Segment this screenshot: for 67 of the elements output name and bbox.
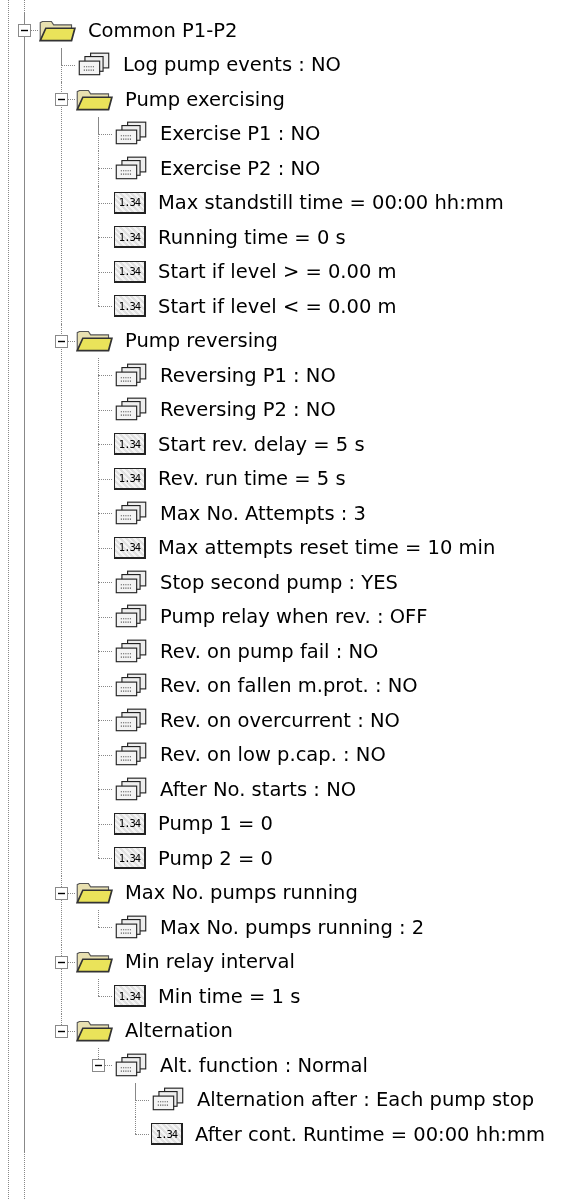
stacked-cards-icon	[77, 52, 111, 78]
tree-item[interactable]: Pump reversing	[125, 329, 278, 353]
tree-item[interactable]: Max No. pumps running : 2	[160, 915, 425, 939]
stacked-cards-icon	[151, 1087, 185, 1113]
stacked-cards-icon	[114, 569, 148, 595]
tree-item[interactable]: Max attempts reset time = 10 min	[158, 536, 496, 560]
tree-item[interactable]: Start rev. delay = 5 s	[158, 432, 365, 456]
stacked-cards-icon	[114, 604, 148, 630]
numeric-value-icon: 1.34	[114, 191, 146, 214]
tree-item[interactable]: Rev. on overcurrent : NO	[160, 708, 400, 732]
tree-item[interactable]: Reversing P2 : NO	[160, 398, 336, 422]
stacked-cards-icon	[114, 707, 148, 733]
numeric-value-icon: 1.34	[114, 295, 146, 318]
numeric-value-icon: 1.34	[114, 812, 146, 835]
tree-item[interactable]: After cont. Runtime = 00:00 hh:mm	[195, 1122, 545, 1146]
numeric-value-icon: 1.34	[114, 260, 146, 283]
tree-item[interactable]: Min time = 1 s	[158, 984, 301, 1008]
stacked-cards-icon	[114, 155, 148, 181]
collapse-button[interactable]	[92, 1059, 105, 1073]
tree-item[interactable]: Rev. on fallen m.prot. : NO	[160, 674, 418, 698]
stacked-cards-icon	[114, 500, 148, 526]
stacked-cards-icon	[114, 121, 148, 147]
tree-item[interactable]: Reversing P1 : NO	[160, 363, 336, 387]
numeric-value-icon: 1.34	[114, 467, 146, 490]
tree-item[interactable]: Max standstill time = 00:00 hh:mm	[158, 191, 504, 215]
tree-item[interactable]: Pump exercising	[125, 87, 285, 111]
numeric-value-icon: 1.34	[114, 536, 146, 559]
tree-item[interactable]: Alt. function : Normal	[160, 1053, 368, 1077]
stacked-cards-icon	[114, 362, 148, 388]
tree-item[interactable]: Exercise P1 : NO	[160, 122, 321, 146]
tree-item[interactable]: Rev. run time = 5 s	[158, 467, 346, 491]
tree-item[interactable]: Pump 2 = 0	[158, 846, 273, 870]
tree-item[interactable]: Pump 1 = 0	[158, 812, 273, 836]
tree-item[interactable]: Max No. pumps running	[125, 881, 358, 905]
tree-item[interactable]: Start if level < = 0.00 m	[158, 294, 397, 318]
collapse-button[interactable]	[55, 334, 68, 348]
stacked-cards-icon	[114, 914, 148, 940]
numeric-value-icon: 1.34	[114, 433, 146, 456]
tree-item[interactable]: Max No. Attempts : 3	[160, 501, 366, 525]
tree-item[interactable]: After No. starts : NO	[160, 777, 357, 801]
stacked-cards-icon	[114, 776, 148, 802]
collapse-button[interactable]	[55, 1024, 68, 1038]
tree-item[interactable]: Log pump events : NO	[123, 53, 341, 77]
tree-item[interactable]: Rev. on low p.cap. : NO	[160, 743, 386, 767]
collapse-button[interactable]	[18, 24, 31, 38]
tree-item[interactable]: Stop second pump : YES	[160, 570, 398, 594]
stacked-cards-icon	[114, 638, 148, 664]
numeric-value-icon: 1.34	[151, 1123, 183, 1146]
tree-item[interactable]: Running time = 0 s	[158, 225, 346, 249]
stacked-cards-icon	[114, 397, 148, 423]
tree-item[interactable]: Alternation	[125, 1019, 233, 1043]
stacked-cards-icon	[114, 673, 148, 699]
tree-item[interactable]: Common P1-P2	[88, 18, 238, 42]
collapse-button[interactable]	[55, 93, 68, 107]
collapse-button[interactable]	[55, 955, 68, 969]
tree-item[interactable]: Rev. on pump fail : NO	[160, 639, 379, 663]
stacked-cards-icon	[114, 742, 148, 768]
numeric-value-icon: 1.34	[114, 226, 146, 249]
collapse-button[interactable]	[55, 886, 68, 900]
tree-item[interactable]: Start if level > = 0.00 m	[158, 260, 397, 284]
numeric-value-icon: 1.34	[114, 985, 146, 1008]
numeric-value-icon: 1.34	[114, 847, 146, 870]
tree-item[interactable]: Min relay interval	[125, 950, 295, 974]
stacked-cards-icon	[114, 1052, 148, 1078]
tree-item[interactable]: Pump relay when rev. : OFF	[160, 605, 428, 629]
tree-item[interactable]: Alternation after : Each pump stop	[197, 1088, 534, 1112]
tree-item[interactable]: Exercise P2 : NO	[160, 156, 321, 180]
